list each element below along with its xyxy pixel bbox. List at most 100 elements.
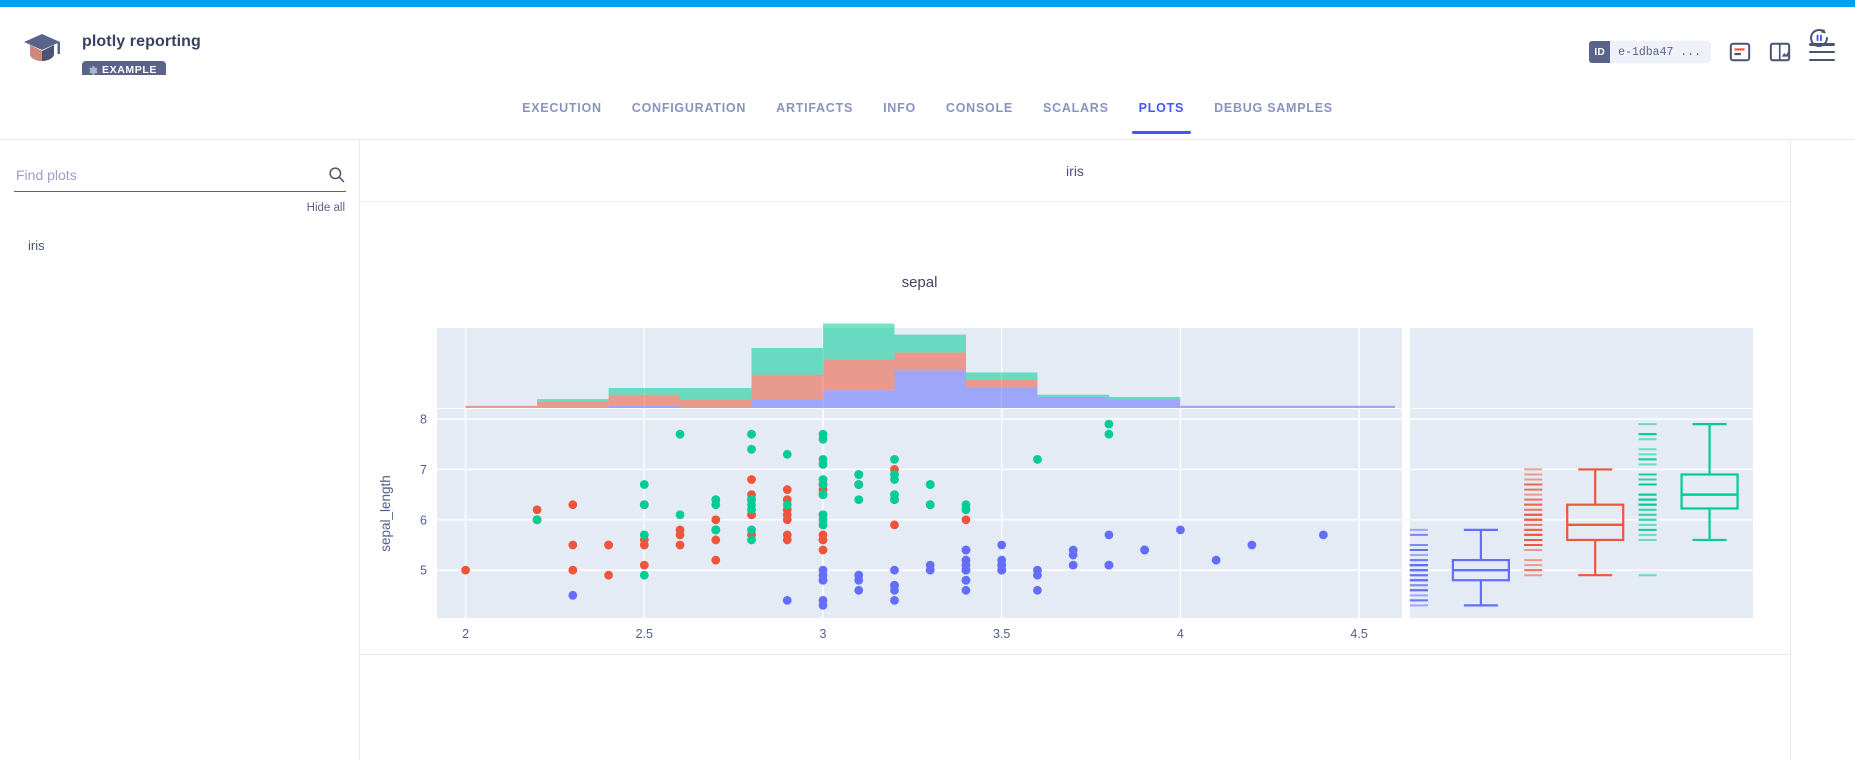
data-point: [639, 540, 649, 550]
histogram-bar: [1037, 394, 1109, 397]
histogram-bar: [680, 388, 752, 400]
data-point: [818, 575, 828, 585]
data-point: [854, 585, 864, 595]
data-point: [782, 485, 792, 494]
tab-debug-samples[interactable]: DEBUG SAMPLES: [1199, 81, 1348, 134]
histogram-bar: [1108, 396, 1181, 400]
data-point: [818, 530, 828, 540]
data-point: [711, 535, 721, 545]
brand-block: plotly reporting EXAMPLE: [22, 32, 201, 81]
histogram-bar: [608, 388, 681, 395]
histogram-bar: [1108, 399, 1181, 408]
data-point: [1140, 545, 1150, 555]
data-point: [997, 540, 1007, 550]
histogram-bar: [894, 370, 966, 408]
data-point: [961, 585, 971, 595]
data-point: [997, 565, 1007, 575]
histogram-bar: [823, 390, 895, 408]
data-point: [890, 475, 899, 484]
tab-execution[interactable]: EXECUTION: [507, 81, 617, 134]
histogram-bar: [965, 372, 1038, 380]
data-point: [1104, 560, 1114, 570]
data-point: [711, 515, 721, 525]
data-point: [1104, 530, 1114, 540]
task-id-pill[interactable]: ID e-1dba47 ...: [1589, 41, 1711, 63]
data-point: [818, 454, 828, 464]
plot-list: iris: [14, 232, 346, 259]
data-point: [818, 565, 828, 575]
data-point: [461, 565, 470, 575]
data-point: [1104, 429, 1114, 439]
compare-icon[interactable]: [1769, 41, 1791, 63]
data-point: [818, 520, 828, 530]
data-point: [1318, 530, 1328, 540]
list-item[interactable]: iris: [14, 232, 346, 259]
y-axis-title: sepal_length: [378, 475, 393, 552]
data-point: [818, 545, 828, 555]
data-point: [925, 500, 935, 510]
histogram-bar: [965, 379, 1038, 388]
data-point: [711, 555, 721, 565]
tab-configuration[interactable]: CONFIGURATION: [617, 81, 761, 134]
tab-plots[interactable]: PLOTS: [1124, 81, 1199, 134]
search-row: [14, 165, 346, 192]
data-point: [961, 560, 971, 570]
data-point: [568, 540, 578, 550]
data-point: [782, 500, 792, 510]
data-point: [890, 565, 899, 575]
data-point: [782, 595, 792, 605]
tab-console[interactable]: CONSOLE: [931, 81, 1028, 134]
app-root: COMPLETED plotly reporting EXAMPLE: [0, 0, 1855, 760]
xtick-label: 4.5: [1350, 627, 1367, 641]
histogram-bar: [823, 323, 895, 360]
histogram-bar: [751, 399, 823, 408]
xtick-label: 3: [820, 627, 827, 641]
figure-title: sepal: [902, 274, 938, 291]
histogram-bar: [894, 334, 966, 353]
data-point: [1211, 555, 1221, 565]
figure-svg[interactable]: sepal22.533.544.55678sepal_widthsepal_le…: [360, 202, 1791, 654]
search-input[interactable]: [14, 165, 304, 184]
data-point: [639, 560, 649, 570]
data-point: [890, 585, 899, 595]
data-point: [782, 530, 792, 540]
app-header: plotly reporting EXAMPLE ID e-1dba47 ...: [0, 7, 1855, 79]
data-point: [639, 500, 649, 510]
search-icon[interactable]: [327, 165, 346, 184]
main-content: iris sepal22.533.544.55678sepal_widthsep…: [360, 140, 1855, 760]
histogram-bar: [751, 348, 823, 375]
data-point: [961, 575, 971, 585]
ytick-label: 5: [420, 564, 427, 578]
histogram-bar: [894, 352, 966, 371]
histogram-bar: [537, 401, 609, 408]
tab-artifacts[interactable]: ARTIFACTS: [761, 81, 868, 134]
data-point: [1068, 550, 1078, 560]
data-point: [747, 500, 756, 510]
histogram-bar: [608, 405, 681, 408]
tab-info[interactable]: INFO: [868, 81, 931, 134]
data-point: [1247, 540, 1257, 550]
data-point: [639, 480, 649, 489]
histogram-bar: [965, 388, 1038, 408]
data-point: [925, 480, 935, 489]
tab-scalars[interactable]: SCALARS: [1028, 81, 1124, 134]
empty-area: [360, 655, 1791, 760]
report-icon[interactable]: [1729, 41, 1751, 63]
box-panel-marginal: [1410, 328, 1753, 408]
hide-all-button[interactable]: Hide all: [307, 202, 345, 214]
scatter-panel: [437, 409, 1402, 618]
data-point: [890, 520, 899, 530]
ytick-label: 7: [420, 463, 427, 477]
data-point: [961, 505, 971, 515]
brand-text: plotly reporting EXAMPLE: [82, 32, 201, 81]
id-tag-label: ID: [1589, 41, 1611, 63]
data-point: [890, 454, 899, 464]
plotly-figure[interactable]: sepal22.533.544.55678sepal_widthsepal_le…: [360, 202, 1791, 654]
header-actions: ID e-1dba47 ...: [1589, 41, 1835, 63]
histogram-bar: [537, 399, 609, 402]
histogram-bar: [1251, 405, 1324, 408]
histogram-bar: [680, 399, 752, 408]
auto-refresh-button[interactable]: [1807, 26, 1831, 55]
box-panel: [1410, 409, 1753, 618]
data-point: [1033, 585, 1042, 595]
